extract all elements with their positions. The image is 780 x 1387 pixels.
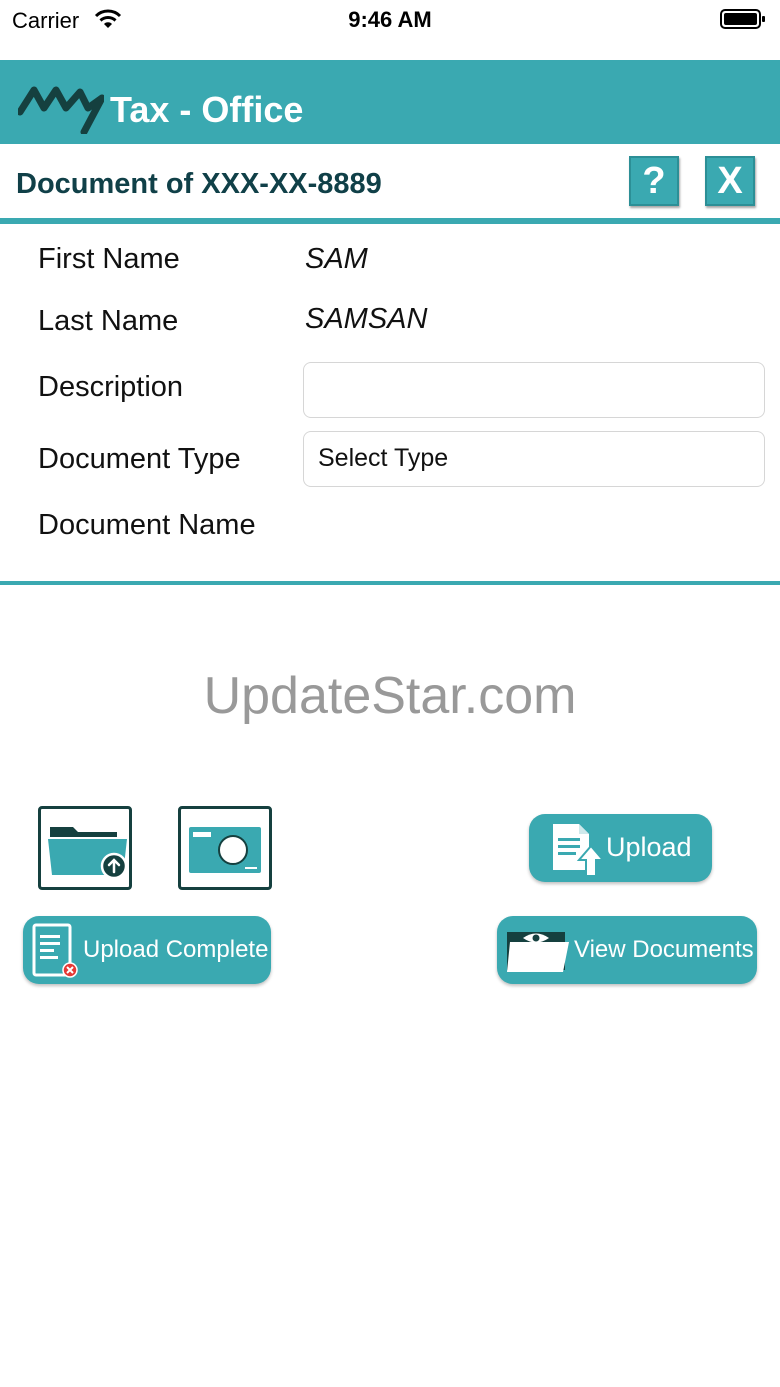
last-name-value: SAMSAN xyxy=(305,303,428,335)
upload-label: Upload xyxy=(606,832,692,862)
view-documents-label: View Documents xyxy=(574,936,754,963)
camera-icon xyxy=(189,827,261,873)
description-input[interactable] xyxy=(303,362,765,418)
document-bar: Document of XXX-XX-8889 ? X xyxy=(0,144,780,224)
folder-upload-icon xyxy=(48,827,128,880)
battery-icon xyxy=(720,9,765,29)
document-title: Document of XXX-XX-8889 xyxy=(16,168,382,200)
folder-upload-button[interactable] xyxy=(38,806,132,890)
upload-complete-button[interactable]: Upload Complete xyxy=(23,916,271,984)
app-title: Tax - Office xyxy=(110,89,304,130)
document-type-select[interactable]: Select Type xyxy=(303,431,765,487)
help-button[interactable]: ? xyxy=(629,156,679,206)
my-logo-icon xyxy=(18,86,104,134)
status-bar: Carrier 9:46 AM xyxy=(0,0,780,40)
first-name-label: First Name xyxy=(38,243,180,275)
status-time: 9:46 AM xyxy=(348,7,432,32)
document-complete-icon xyxy=(32,923,78,978)
close-button[interactable]: X xyxy=(705,156,755,206)
view-folder-icon xyxy=(507,932,569,972)
upload-complete-label: Upload Complete xyxy=(83,936,269,963)
last-name-label: Last Name xyxy=(38,305,179,337)
camera-button[interactable] xyxy=(178,806,272,890)
document-type-label: Document Type xyxy=(38,443,241,475)
document-upload-icon xyxy=(553,824,605,877)
description-label: Description xyxy=(38,371,184,403)
document-name-label: Document Name xyxy=(38,509,256,541)
watermark-text: UpdateStar.com xyxy=(203,667,577,725)
form-divider xyxy=(0,581,780,585)
app-header: Tax - Office xyxy=(0,60,780,144)
view-documents-button[interactable]: View Documents xyxy=(497,916,757,984)
upload-button[interactable]: Upload xyxy=(529,814,712,882)
first-name-value: SAM xyxy=(305,243,368,275)
